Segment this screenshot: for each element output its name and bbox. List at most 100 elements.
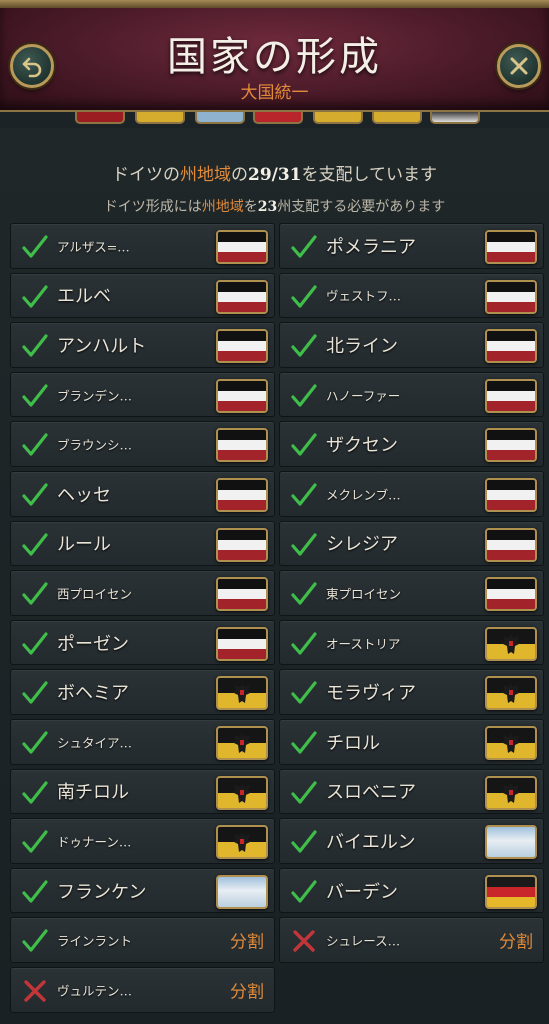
state-cell[interactable]: ルール [10, 520, 275, 567]
state-name: エルベ [57, 286, 111, 308]
state-cell[interactable]: メクレンブ… [279, 470, 544, 517]
state-cell[interactable]: ザクセン [279, 421, 544, 467]
state-cell[interactable]: ボヘミア [10, 669, 275, 715]
check-icon [291, 284, 317, 308]
eagle-icon [501, 782, 521, 803]
flag-icon [485, 676, 537, 711]
state-name: ヘッセ [57, 484, 111, 506]
state-cell[interactable]: ヘッセ [10, 470, 275, 517]
state-name: ヴェストフ… [326, 288, 402, 304]
state-cell[interactable]: エルベ [10, 272, 275, 319]
check-icon [22, 830, 48, 853]
state-name: シュレース… [326, 933, 401, 949]
flag-strip [0, 112, 549, 128]
state-name: ヴュルテン… [57, 983, 133, 999]
check-icon [291, 632, 317, 655]
state-cell[interactable]: 西プロイセン [10, 570, 275, 616]
state-cell[interactable]: ヴェストフ… [279, 272, 544, 319]
state-cell[interactable]: フランケン [10, 867, 275, 914]
cross-icon [24, 980, 46, 1002]
state-cell[interactable]: シュレース… 分割 [279, 917, 544, 963]
state-name: ポーゼン [57, 633, 129, 655]
state-name: メクレンブ… [326, 487, 401, 503]
flag-icon [216, 279, 268, 314]
state-name: バイエルン [326, 831, 416, 853]
state-name: ドゥナーン… [57, 834, 132, 850]
page-title: 国家の形成 [167, 34, 382, 80]
check-icon [291, 731, 317, 754]
flag-icon [485, 428, 537, 463]
state-cell[interactable]: ポメラニア [279, 223, 544, 269]
check-icon [22, 284, 48, 308]
state-cell[interactable]: 北ライン [279, 322, 544, 368]
state-name: シレジア [326, 534, 398, 556]
state-cell[interactable]: モラヴィア [279, 669, 544, 715]
eagle-icon [501, 683, 521, 704]
state-name: モラヴィア [326, 683, 416, 705]
flag-icon [485, 825, 537, 860]
close-icon [510, 57, 528, 75]
state-name: ブラウンシ… [57, 437, 133, 453]
state-cell[interactable]: アルザス=… [10, 223, 275, 269]
flag-icon [485, 775, 537, 810]
state-name: 西プロイセン [57, 586, 133, 602]
state-name: ポメラニア [326, 236, 416, 258]
check-icon [22, 681, 48, 704]
state-cell[interactable]: 東プロイセン [279, 570, 544, 616]
state-name: ボヘミア [57, 683, 129, 705]
strip-flag [195, 112, 245, 124]
state-name: オーストリア [326, 636, 401, 652]
close-button[interactable] [497, 44, 541, 88]
state-cell[interactable]: 南チロル [10, 768, 275, 815]
flag-icon [216, 230, 268, 264]
state-cell[interactable]: ドゥナーン… [10, 818, 275, 864]
check-icon [291, 582, 317, 605]
flag-icon [216, 378, 268, 413]
state-cell[interactable]: バーデン [279, 867, 544, 914]
check-icon [291, 433, 317, 456]
page-subtitle: 大国統一 [240, 83, 309, 103]
eagle-icon [232, 683, 252, 704]
state-cell[interactable]: ヴュルテン… 分割 [10, 966, 275, 1013]
check-icon [22, 433, 48, 456]
state-cell[interactable]: ラインラント 分割 [10, 917, 275, 963]
state-grid: アルザス=… ポメラニアエルベ ヴェストフ… アンハルト 北ラインブランデン… ハノーファ… [10, 223, 544, 1013]
state-cell[interactable]: チロル [279, 718, 544, 765]
state-cell[interactable]: オーストリア [279, 619, 544, 666]
check-icon [22, 731, 48, 754]
check-icon [291, 681, 317, 704]
strip-flag [313, 112, 363, 124]
state-cell[interactable]: ハノーファー [279, 371, 544, 418]
state-cell[interactable]: シレジア [279, 520, 544, 567]
state-cell[interactable]: ブラウンシ… [10, 421, 275, 467]
state-cell[interactable]: ブランデン… [10, 371, 275, 418]
check-icon [22, 483, 48, 506]
state-name: 北ライン [326, 335, 398, 357]
flag-icon [216, 577, 268, 612]
check-icon [22, 235, 48, 258]
state-cell[interactable]: シュタイア… [10, 718, 275, 765]
state-cell[interactable]: バイエルン [279, 818, 544, 864]
eagle-icon [232, 782, 252, 803]
check-icon [22, 582, 48, 605]
flag-icon [485, 527, 537, 562]
state-name: シュタイア… [57, 735, 133, 751]
check-icon [22, 929, 48, 952]
flag-icon [485, 477, 537, 512]
check-icon [22, 384, 48, 407]
state-name: ブランデン… [57, 388, 133, 404]
flag-icon [216, 874, 268, 909]
state-cell[interactable]: スロベニア [279, 768, 544, 815]
flag-icon [216, 626, 268, 661]
state-name: ラインラント [57, 933, 133, 949]
state-cell[interactable]: ポーゼン [10, 619, 275, 666]
state-name: ザクセン [326, 435, 398, 457]
eagle-icon [501, 732, 521, 753]
partition-label: 分割 [230, 982, 264, 1003]
partition-label: 分割 [230, 932, 264, 953]
back-button[interactable] [10, 44, 54, 88]
flag-icon [485, 279, 537, 314]
state-name: フランケン [57, 881, 147, 903]
check-icon [291, 780, 317, 804]
state-cell[interactable]: アンハルト [10, 322, 275, 368]
